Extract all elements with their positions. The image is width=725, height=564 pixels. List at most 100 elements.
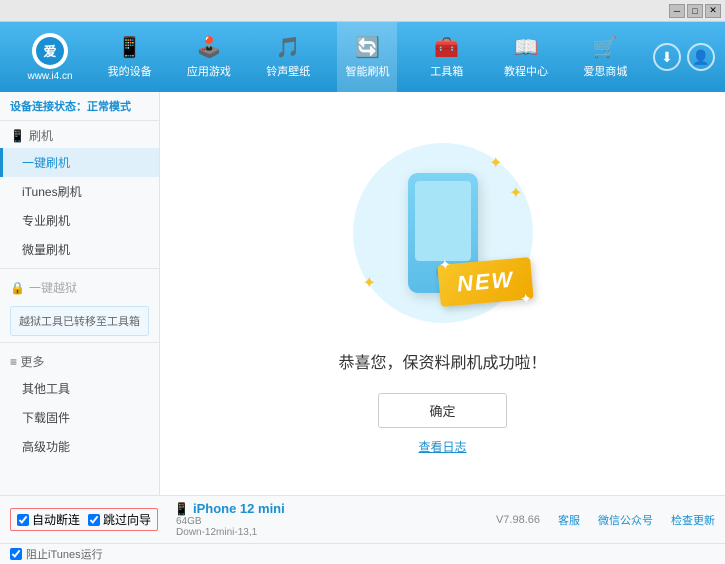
skip-wizard-checkbox[interactable] (88, 514, 100, 526)
phone-illustration: ✦ ✦ ✦ ✦ NEW ✦ (343, 133, 543, 333)
skip-wizard-label: 跳过向导 (103, 511, 151, 528)
main-content: ✦ ✦ ✦ ✦ NEW ✦ 恭喜您，保资料刷机成功啦！ 确定 查看日志 (160, 92, 725, 495)
download-button[interactable]: ⬇ (653, 43, 681, 71)
bottom-right-links: V7.98.66 客服 微信公众号 检查更新 (496, 512, 715, 528)
sidebar-divider-2 (0, 342, 159, 343)
pro-flash-label: 专业刷机 (22, 214, 70, 228)
minimize-button[interactable]: ─ (669, 4, 685, 18)
header-actions: ⬇ 👤 (653, 43, 715, 71)
sparkle-2: ✦ (509, 183, 522, 203)
skip-wizard-checkbox-label: 跳过向导 (88, 511, 151, 528)
title-bar: ─ □ ✕ (0, 0, 725, 22)
confirm-button[interactable]: 确定 (378, 393, 506, 428)
auto-close-checkbox[interactable] (17, 514, 29, 526)
sidebar-more-section: ≡ 更多 (0, 347, 159, 374)
device-name-row: 📱 iPhone 12 mini (174, 501, 285, 516)
toolbox-icon: 🧰 (434, 35, 459, 60)
nav-store-label: 爱思商城 (583, 63, 627, 79)
close-button[interactable]: ✕ (705, 4, 721, 18)
device-info-section: 📱 iPhone 12 mini 64GB Down-12mini-13,1 (174, 501, 285, 538)
apps-icon: 🕹️ (196, 35, 221, 60)
store-icon: 🛒 (593, 35, 618, 60)
one-click-flash-label: 一键刷机 (22, 156, 70, 170)
phone-screen (415, 181, 471, 261)
view-log-link[interactable]: 查看日志 (418, 438, 466, 455)
tutorials-icon: 📖 (514, 35, 539, 60)
nav-tutorials[interactable]: 📖 教程中心 (496, 22, 556, 92)
flash-section-icon: 📱 (10, 129, 25, 143)
nav-tutorials-label: 教程中心 (504, 63, 548, 79)
new-text: NEW (456, 266, 515, 297)
checkbox-group: 自动断连 跳过向导 (10, 508, 158, 531)
nav-apps-label: 应用游戏 (187, 63, 231, 79)
itunes-status-text: 阻止iTunes运行 (26, 546, 103, 562)
other-tools-label: 其他工具 (22, 382, 70, 396)
more-label: 更多 (20, 355, 44, 369)
sidebar-item-other-tools[interactable]: 其他工具 (0, 374, 159, 403)
sidebar-item-itunes-flash[interactable]: iTunes刷机 (0, 177, 159, 206)
device-storage: 64GB (174, 516, 285, 527)
window-controls: ─ □ ✕ (669, 4, 721, 18)
advanced-label: 高级功能 (22, 440, 70, 454)
nav-ringtones-label: 铃声壁纸 (266, 63, 310, 79)
jailbreak-notice-text: 越狱工具已转移至工具箱 (19, 316, 140, 328)
logo-circle: 爱 (32, 33, 68, 69)
more-section-label: ≡ (10, 355, 20, 369)
auto-close-checkbox-label: 自动断连 (17, 511, 80, 528)
sparkle-1: ✦ (489, 153, 502, 173)
block-itunes-checkbox[interactable] (10, 548, 22, 560)
sidebar-item-micro-flash[interactable]: 微量刷机 (0, 235, 159, 264)
device-bar: 自动断连 跳过向导 📱 iPhone 12 mini 64GB Down-12m… (0, 495, 725, 543)
check-update-link[interactable]: 检查更新 (671, 512, 715, 528)
success-message: 恭喜您，保资料刷机成功啦！ (338, 349, 546, 373)
user-button[interactable]: 👤 (687, 43, 715, 71)
nav-my-device-label: 我的设备 (108, 63, 152, 79)
jailbreak-section-label: 一键越狱 (29, 279, 77, 296)
bottom-area: 自动断连 跳过向导 📱 iPhone 12 mini 64GB Down-12m… (0, 495, 725, 564)
logo-text: www.i4.cn (27, 71, 72, 82)
nav-smart-flash[interactable]: 🔄 智能刷机 (337, 22, 397, 92)
main-area: 设备连接状态：正常模式 📱 刷机 一键刷机 iTunes刷机 专业刷机 微量刷机… (0, 92, 725, 495)
status-value: 正常模式 (87, 101, 131, 113)
logo-icon: 爱 (36, 37, 64, 65)
star-top-left: ✦ (439, 255, 452, 273)
sidebar-divider-1 (0, 268, 159, 269)
nav-ringtones[interactable]: 🎵 铃声壁纸 (258, 22, 318, 92)
version-text: V7.98.66 (496, 514, 540, 526)
micro-flash-label: 微量刷机 (22, 243, 70, 257)
device-icon: 📱 (117, 35, 142, 60)
nav-smart-flash-label: 智能刷机 (345, 63, 389, 79)
device-phone-icon: 📱 (174, 502, 189, 516)
sidebar-item-download-firmware[interactable]: 下载固件 (0, 403, 159, 432)
customer-service-link[interactable]: 客服 (558, 512, 580, 528)
sidebar-item-advanced[interactable]: 高级功能 (0, 432, 159, 461)
star-bottom-right: ✦ (520, 290, 533, 308)
nav-toolbox[interactable]: 🧰 工具箱 (417, 22, 477, 92)
header: 爱 www.i4.cn 📱 我的设备 🕹️ 应用游戏 🎵 铃声壁纸 🔄 智能刷机… (0, 22, 725, 92)
nav-bar: 📱 我的设备 🕹️ 应用游戏 🎵 铃声壁纸 🔄 智能刷机 🧰 工具箱 📖 教程中… (90, 22, 645, 92)
nav-my-device[interactable]: 📱 我的设备 (100, 22, 160, 92)
sidebar-jailbreak-section: 🔒 一键越狱 (0, 273, 159, 300)
sparkle-3: ✦ (363, 273, 376, 293)
sidebar-item-one-click-flash[interactable]: 一键刷机 (0, 148, 159, 177)
auto-close-label: 自动断连 (32, 511, 80, 528)
connection-status: 设备连接状态：正常模式 (0, 92, 159, 121)
sidebar-flash-section: 📱 刷机 (0, 121, 159, 148)
nav-store[interactable]: 🛒 爱思商城 (575, 22, 635, 92)
device-system: Down-12mini-13,1 (174, 527, 285, 538)
logo: 爱 www.i4.cn (10, 27, 90, 87)
nav-apps-games[interactable]: 🕹️ 应用游戏 (179, 22, 239, 92)
jailbreak-notice: 越狱工具已转移至工具箱 (10, 306, 149, 336)
new-badge: ✦ NEW ✦ (438, 257, 535, 307)
sidebar: 设备连接状态：正常模式 📱 刷机 一键刷机 iTunes刷机 专业刷机 微量刷机… (0, 92, 160, 495)
itunes-flash-label: iTunes刷机 (22, 185, 82, 199)
sidebar-item-pro-flash[interactable]: 专业刷机 (0, 206, 159, 235)
wechat-official-link[interactable]: 微信公众号 (598, 512, 653, 528)
itunes-status-bar: 阻止iTunes运行 (0, 543, 725, 564)
download-firmware-label: 下载固件 (22, 411, 70, 425)
smart-flash-icon: 🔄 (355, 35, 380, 60)
nav-toolbox-label: 工具箱 (430, 63, 463, 79)
flash-section-label: 刷机 (29, 127, 53, 144)
jailbreak-section-icon: 🔒 (10, 281, 25, 295)
maximize-button[interactable]: □ (687, 4, 703, 18)
